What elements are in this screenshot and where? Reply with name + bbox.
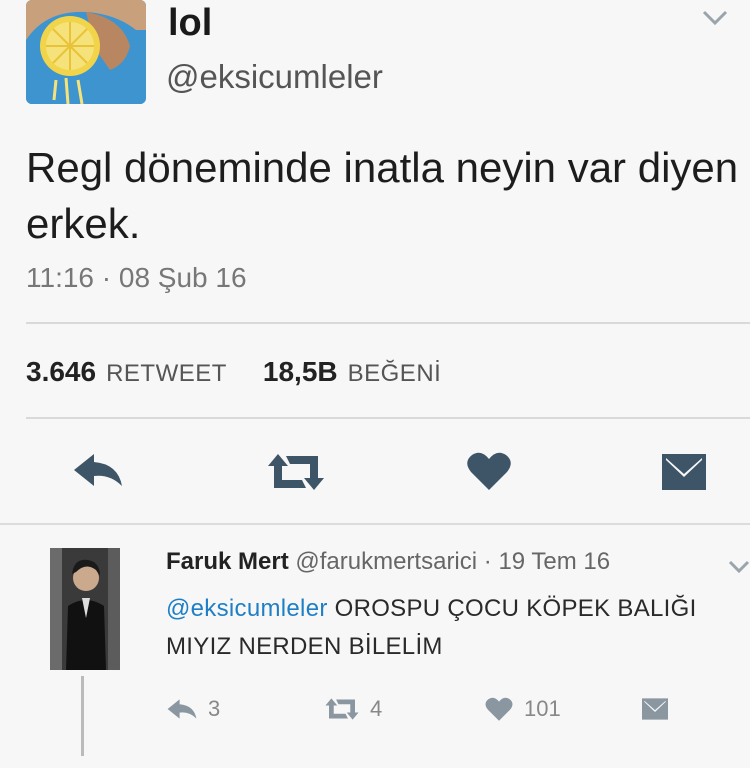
- reply-count: 3: [208, 696, 221, 721]
- divider: [26, 417, 750, 419]
- reply-icon: [167, 699, 197, 719]
- message-icon: [662, 454, 706, 490]
- reply-retweet-button[interactable]: 4: [324, 692, 382, 726]
- tweet-timestamp[interactable]: 11:16 · 08 Şub 16: [26, 262, 247, 294]
- heart-icon: [485, 697, 513, 721]
- direct-message-button[interactable]: [660, 450, 708, 500]
- like-label[interactable]: BEĞENİ: [348, 360, 442, 388]
- person-avatar-image: [50, 548, 120, 670]
- reply-avatar[interactable]: [50, 548, 120, 670]
- retweet-label[interactable]: RETWEET: [106, 360, 227, 388]
- retweet-button[interactable]: [266, 450, 326, 500]
- reply-message-button[interactable]: [640, 692, 670, 726]
- thread-line: [81, 676, 84, 756]
- section-divider: [0, 523, 750, 525]
- tweet-stats: 3.646 RETWEET 18,5B BEĞENİ: [26, 356, 467, 388]
- tweet-text: Regl döneminde inatla neyin var diyen er…: [26, 144, 739, 247]
- reply-header: Faruk Mert @farukmertsarici · 19 Tem 16: [166, 548, 610, 576]
- reply-user-handle[interactable]: @farukmertsarici: [295, 548, 477, 575]
- reply-icon: [74, 454, 122, 486]
- retweet-icon: [268, 454, 324, 490]
- chevron-down-icon[interactable]: [700, 8, 730, 28]
- heart-icon: [467, 452, 511, 490]
- display-name[interactable]: lol: [168, 2, 212, 45]
- like-count[interactable]: 18,5B: [263, 356, 338, 388]
- reply-display-name[interactable]: Faruk Mert: [166, 548, 289, 575]
- mention-link[interactable]: @eksicumleler: [166, 595, 328, 622]
- reply-text: @eksicumleler OROSPU ÇOCU KÖPEK BALIĞI M…: [166, 590, 746, 666]
- reply-like-button[interactable]: 101: [484, 692, 561, 726]
- lemon-squeeze-avatar-image: [26, 0, 146, 104]
- avatar[interactable]: [26, 0, 146, 104]
- reply-button[interactable]: [72, 450, 124, 500]
- message-icon: [642, 698, 668, 720]
- retweet-icon: [325, 698, 359, 720]
- like-button[interactable]: [466, 450, 512, 500]
- like-count: 101: [524, 696, 561, 721]
- user-handle[interactable]: @eksicumleler: [166, 58, 383, 96]
- reply-date[interactable]: · 19 Tem 16: [484, 548, 610, 575]
- reply-reply-button[interactable]: 3: [166, 692, 220, 726]
- retweet-count[interactable]: 3.646: [26, 356, 96, 388]
- chevron-down-icon[interactable]: [728, 558, 750, 576]
- divider: [26, 322, 750, 324]
- retweet-count: 4: [370, 696, 383, 721]
